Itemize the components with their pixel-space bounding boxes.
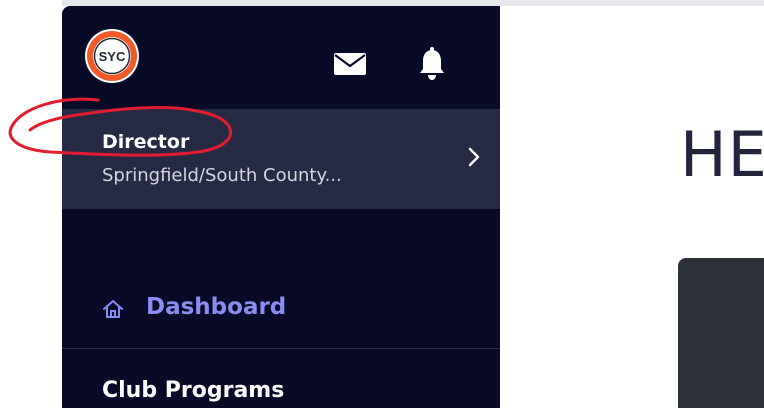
bell-icon-graphic — [420, 47, 444, 80]
envelope-icon[interactable] — [330, 46, 370, 82]
page-title: HE — [680, 118, 764, 191]
sidebar-section-club-programs[interactable]: Club Programs — [102, 378, 284, 403]
role-title: Director — [102, 131, 190, 153]
chevron-right-icon — [464, 145, 484, 169]
home-icon — [102, 298, 124, 320]
club-logo[interactable]: SYC — [84, 28, 140, 84]
app-page: SYC Director Springfield/South County... — [0, 0, 764, 408]
club-logo-graphic: SYC — [85, 29, 139, 83]
main-content-card — [678, 258, 764, 408]
role-location: Springfield/South County... — [102, 165, 342, 186]
logo-text: SYC — [99, 49, 126, 64]
sidebar-divider — [62, 348, 500, 349]
sidebar-item-dashboard[interactable]: Dashboard — [62, 276, 500, 344]
envelope-icon-graphic — [334, 53, 366, 75]
role-selector[interactable]: Director Springfield/South County... — [62, 109, 500, 209]
sidebar-item-label: Dashboard — [146, 294, 287, 320]
left-margin — [0, 0, 62, 408]
sidebar: SYC Director Springfield/South County... — [62, 6, 500, 408]
bell-icon[interactable] — [412, 46, 452, 82]
